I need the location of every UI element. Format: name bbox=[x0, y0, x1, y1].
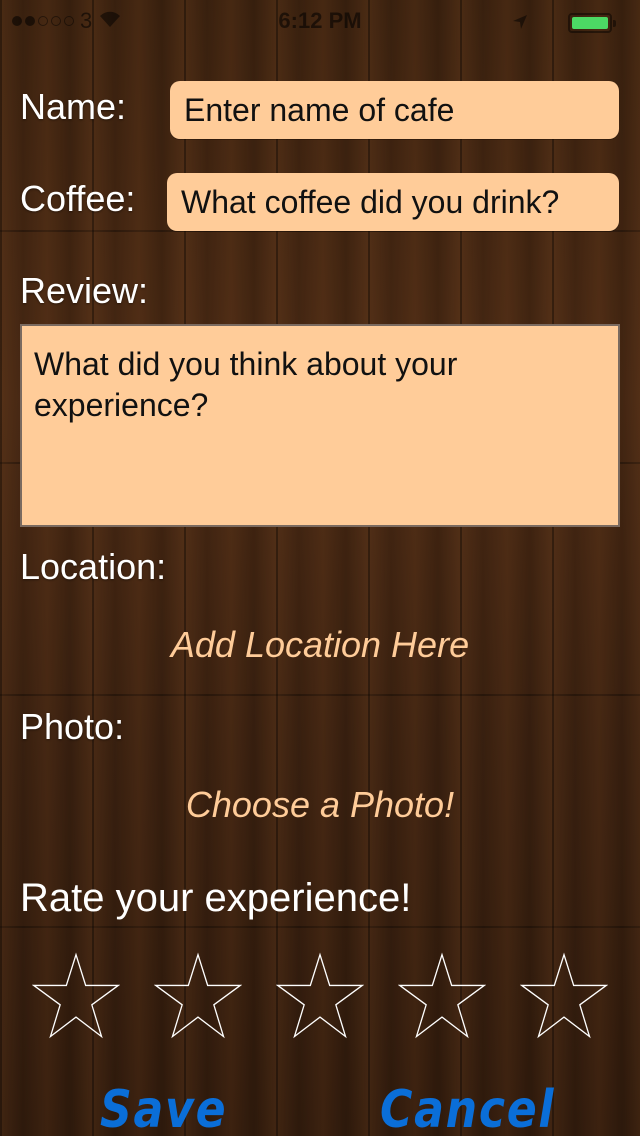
star-2-icon[interactable] bbox=[154, 952, 242, 1040]
star-1-icon[interactable] bbox=[32, 952, 120, 1040]
add-location-button[interactable]: Add Location Here bbox=[0, 624, 640, 666]
review-textarea[interactable]: What did you think about your experience… bbox=[20, 324, 620, 527]
location-label: Location: bbox=[20, 546, 167, 587]
star-5-icon[interactable] bbox=[520, 952, 608, 1040]
status-right bbox=[512, 10, 616, 36]
location-arrow-icon bbox=[512, 10, 528, 36]
star-4-icon[interactable] bbox=[398, 952, 486, 1040]
coffee-label: Coffee: bbox=[20, 178, 136, 219]
rating-label: Rate your experience! bbox=[20, 876, 412, 920]
review-label: Review: bbox=[20, 270, 149, 311]
cancel-button[interactable]: Cancel bbox=[380, 1080, 555, 1136]
coffee-field[interactable]: What coffee did you drink? bbox=[167, 173, 619, 231]
battery-icon bbox=[568, 13, 616, 33]
choose-photo-button[interactable]: Choose a Photo! bbox=[0, 784, 640, 826]
star-3-icon[interactable] bbox=[276, 952, 364, 1040]
photo-label: Photo: bbox=[20, 706, 125, 747]
name-label: Name: bbox=[20, 86, 127, 127]
rating-control bbox=[32, 952, 612, 1042]
name-field[interactable]: Enter name of cafe bbox=[170, 81, 619, 139]
status-bar: 3 6:12 PM bbox=[0, 0, 640, 40]
save-button[interactable]: Save bbox=[100, 1080, 227, 1136]
